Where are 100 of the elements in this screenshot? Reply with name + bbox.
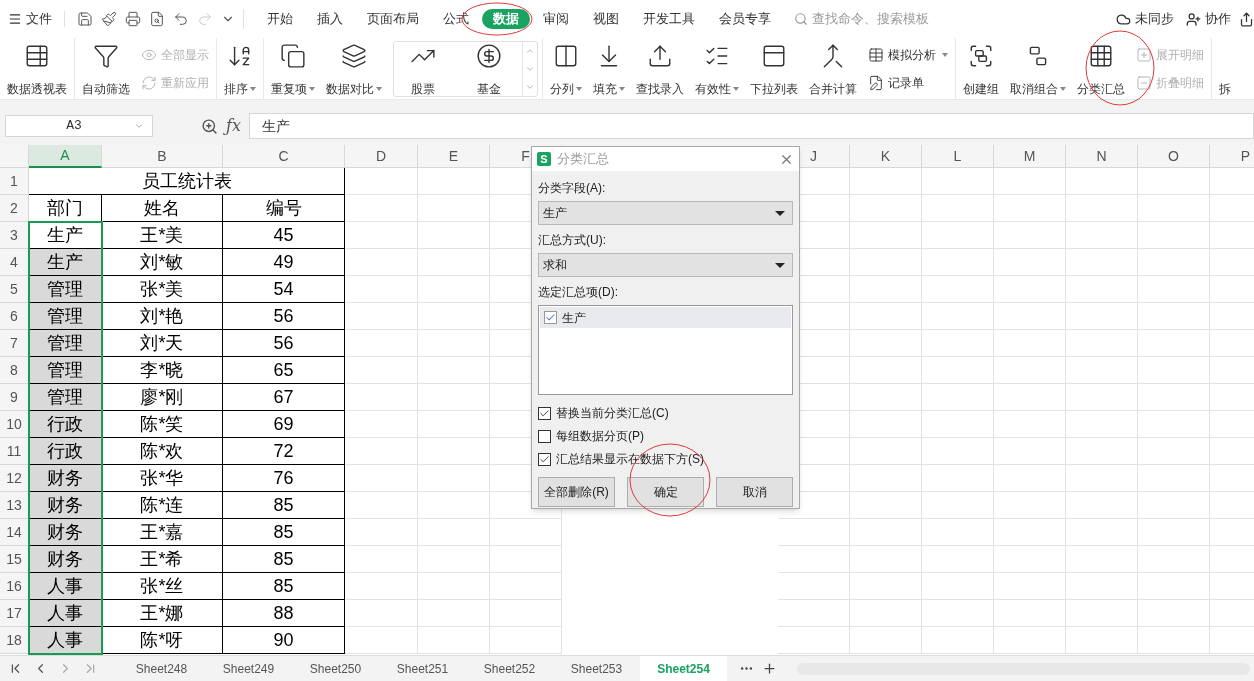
ribbon-button[interactable]: 取消组合 — [1006, 42, 1070, 95]
column-header[interactable]: B — [102, 145, 223, 168]
ribbon-button[interactable]: 分列 — [546, 42, 586, 95]
empty-cell[interactable] — [850, 492, 922, 519]
empty-cell[interactable] — [1138, 222, 1210, 249]
empty-cell[interactable] — [418, 411, 490, 438]
ribbon-button[interactable]: 创建组 — [959, 42, 1003, 95]
ribbon-tab[interactable]: 开发工具 — [632, 9, 706, 29]
empty-cell[interactable] — [850, 303, 922, 330]
empty-cell[interactable] — [1066, 438, 1138, 465]
empty-cell[interactable] — [850, 195, 922, 222]
empty-cell[interactable] — [922, 492, 994, 519]
empty-cell[interactable] — [1066, 222, 1138, 249]
row-number[interactable]: 12 — [0, 465, 29, 492]
empty-cell[interactable] — [490, 600, 562, 627]
empty-cell[interactable] — [850, 276, 922, 303]
empty-cell[interactable] — [1066, 276, 1138, 303]
empty-cell[interactable] — [1138, 384, 1210, 411]
save-icon[interactable] — [77, 11, 93, 27]
sheet-tab[interactable]: Sheet251 — [379, 656, 466, 681]
row-number[interactable]: 3 — [0, 222, 29, 249]
empty-cell[interactable] — [1066, 411, 1138, 438]
ribbon-button[interactable]: 分类汇总 — [1073, 42, 1129, 95]
share-icon[interactable] — [1239, 11, 1254, 27]
empty-cell[interactable] — [1138, 600, 1210, 627]
empty-cell[interactable] — [922, 465, 994, 492]
empty-cell[interactable] — [418, 357, 490, 384]
empty-cell[interactable] — [922, 249, 994, 276]
empty-cell[interactable] — [922, 519, 994, 546]
empty-cell[interactable] — [1138, 519, 1210, 546]
ribbon-button[interactable]: 基金 — [472, 42, 506, 95]
empty-cell[interactable] — [418, 573, 490, 600]
ribbon-button[interactable]: 合并计算 — [805, 42, 861, 95]
row-number[interactable]: 2 — [0, 195, 29, 222]
row-number[interactable]: 9 — [0, 384, 29, 411]
empty-cell[interactable] — [1138, 546, 1210, 573]
empty-cell[interactable] — [994, 276, 1066, 303]
empty-cell[interactable] — [994, 573, 1066, 600]
empty-cell[interactable] — [1066, 465, 1138, 492]
empty-cell[interactable] — [994, 411, 1066, 438]
empty-cell[interactable] — [850, 600, 922, 627]
empty-cell[interactable] — [994, 546, 1066, 573]
empty-cell[interactable] — [418, 303, 490, 330]
empty-cell[interactable] — [490, 573, 562, 600]
sync-button[interactable]: 未同步 — [1116, 9, 1174, 29]
empty-cell[interactable] — [1138, 465, 1210, 492]
empty-cell[interactable] — [994, 357, 1066, 384]
empty-cell[interactable] — [1138, 411, 1210, 438]
ribbon-tab[interactable]: 审阅 — [532, 9, 580, 29]
ribbon-button[interactable]: 查找录入 — [632, 42, 688, 95]
empty-cell[interactable] — [922, 600, 994, 627]
empty-cell[interactable] — [850, 357, 922, 384]
empty-cell[interactable] — [778, 519, 850, 546]
checkbox[interactable] — [538, 429, 551, 443]
empty-cell[interactable] — [994, 492, 1066, 519]
empty-cell[interactable] — [922, 357, 994, 384]
checkbox-option[interactable]: 汇总结果显示在数据下方(S) — [538, 451, 793, 467]
empty-cell[interactable] — [994, 195, 1066, 222]
row-number[interactable]: 11 — [0, 438, 29, 465]
print-preview-icon[interactable] — [149, 11, 165, 27]
name-box[interactable]: A3 — [5, 115, 153, 137]
empty-cell[interactable] — [850, 519, 922, 546]
empty-cell[interactable] — [922, 303, 994, 330]
empty-cell[interactable] — [1066, 303, 1138, 330]
zoom-icon[interactable] — [201, 117, 218, 135]
column-header[interactable]: D — [345, 145, 418, 168]
ribbon-button[interactable]: 有效性 — [691, 42, 743, 95]
empty-cell[interactable] — [418, 330, 490, 357]
empty-cell[interactable] — [490, 627, 562, 654]
empty-cell[interactable] — [994, 627, 1066, 654]
row-number[interactable]: 13 — [0, 492, 29, 519]
empty-cell[interactable] — [418, 168, 490, 195]
row-number[interactable]: 6 — [0, 303, 29, 330]
empty-cell[interactable] — [418, 384, 490, 411]
ribbon-button[interactable]: 排序 — [220, 42, 260, 95]
empty-cell[interactable] — [1138, 276, 1210, 303]
empty-cell[interactable] — [994, 303, 1066, 330]
row-number[interactable]: 16 — [0, 573, 29, 600]
ribbon-tab[interactable]: 公式 — [432, 9, 480, 29]
empty-cell[interactable] — [418, 276, 490, 303]
empty-cell[interactable] — [922, 330, 994, 357]
file-menu[interactable]: 文件 — [8, 9, 64, 29]
row-number[interactable]: 1 — [0, 168, 29, 195]
empty-cell[interactable] — [994, 519, 1066, 546]
row-number[interactable]: 17 — [0, 600, 29, 627]
empty-cell[interactable] — [1066, 546, 1138, 573]
ribbon-button[interactable]: 记录单 — [868, 73, 948, 92]
empty-cell[interactable] — [850, 411, 922, 438]
empty-cell[interactable] — [1066, 249, 1138, 276]
ribbon-button[interactable]: 重复项 — [267, 42, 319, 95]
dialog-button[interactable]: 取消 — [716, 477, 793, 507]
empty-cell[interactable] — [922, 276, 994, 303]
checkbox-option[interactable]: 每组数据分页(P) — [538, 428, 793, 444]
empty-cell[interactable] — [850, 627, 922, 654]
empty-cell[interactable] — [418, 519, 490, 546]
column-header[interactable]: E — [418, 145, 490, 168]
empty-cell[interactable] — [1066, 330, 1138, 357]
add-sheet-icon[interactable] — [762, 661, 777, 676]
empty-cell[interactable] — [850, 168, 922, 195]
empty-cell[interactable] — [1138, 438, 1210, 465]
